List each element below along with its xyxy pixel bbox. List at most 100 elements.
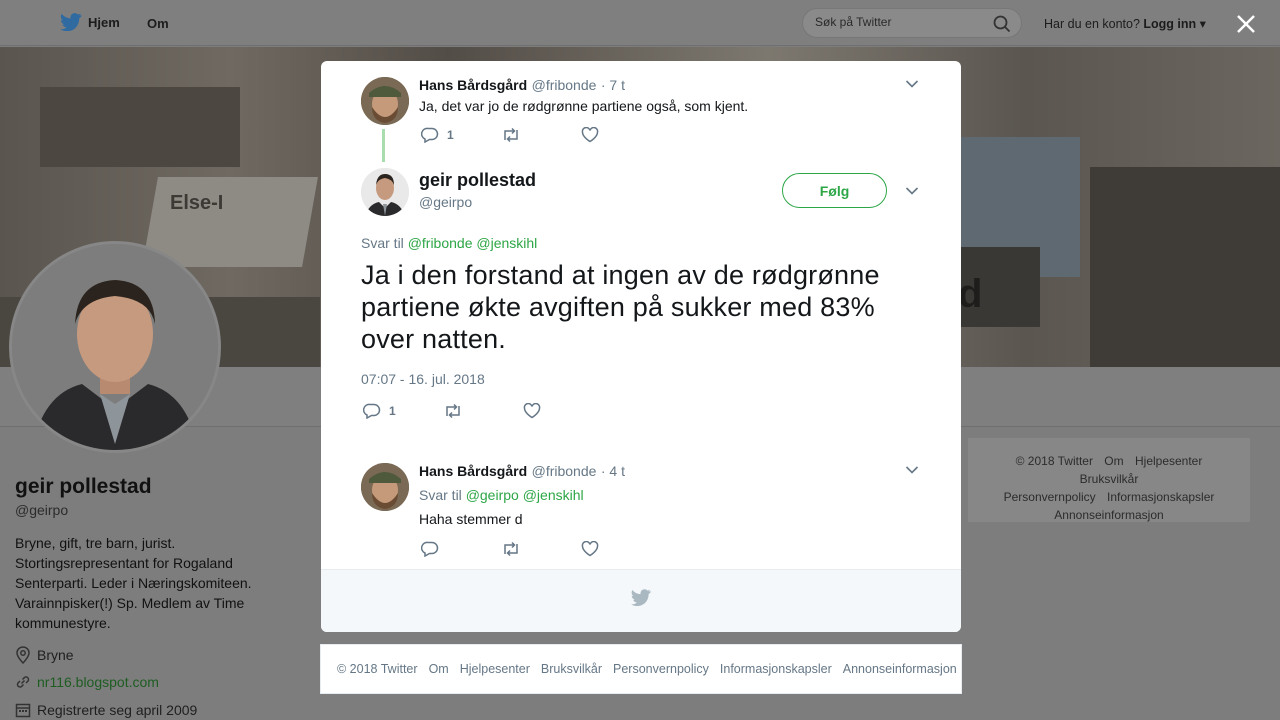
account-area: Har du en konto? Logg inn ▾ <box>1044 16 1206 31</box>
reply-count: 1 <box>447 128 454 142</box>
footer-link-cookies[interactable]: Informasjonskapsler <box>720 662 832 676</box>
footer-link-cookies[interactable]: Informasjonskapsler <box>1107 490 1214 504</box>
nav-home-link[interactable]: Hjem <box>60 13 120 31</box>
retweet-icon <box>504 541 518 557</box>
search-icon[interactable] <box>993 15 1011 33</box>
replying-to-line: Svar til @geirpo @jenskihl <box>419 487 584 503</box>
footer-link-privacy[interactable]: Personvernpolicy <box>1004 490 1096 504</box>
chevron-down-icon[interactable] <box>905 465 919 475</box>
tweet-text: Haha stemmer d <box>419 511 523 527</box>
reply-icon <box>363 403 381 419</box>
mention-link[interactable]: @jenskihl <box>476 235 537 251</box>
twitter-bird-icon <box>60 13 82 31</box>
calendar-icon <box>15 703 31 718</box>
search-box[interactable] <box>802 8 1022 38</box>
tweet-header: Hans Bårdsgård @fribonde · 7 t <box>419 77 625 95</box>
footer-link-about[interactable]: Om <box>1104 454 1123 468</box>
mention-link[interactable]: @fribonde <box>408 235 473 251</box>
nav-home-label: Hjem <box>88 14 120 30</box>
avatar[interactable] <box>361 77 409 125</box>
profile-joined: Registrerte seg april 2009 <box>15 702 197 718</box>
profile-avatar[interactable] <box>9 241 221 453</box>
chevron-down-icon[interactable] <box>905 79 919 89</box>
like-button[interactable] <box>581 127 599 143</box>
footer-link-privacy[interactable]: Personvernpolicy <box>613 662 709 676</box>
tweet-author-handle[interactable]: @geirpo <box>419 194 472 210</box>
tweet-actions: 1 <box>421 127 599 143</box>
profile-location: Bryne <box>15 646 74 664</box>
chevron-down-icon[interactable] <box>905 186 919 196</box>
tweet-timestamp[interactable]: 07:07 - 16. jul. 2018 <box>361 371 485 387</box>
retweet-button[interactable] <box>443 403 523 419</box>
profile-website: nr116.blogspot.com <box>15 674 159 690</box>
location-pin-icon <box>16 646 30 664</box>
footer-link-terms[interactable]: Bruksvilkår <box>541 662 602 676</box>
reply-button[interactable] <box>421 541 501 557</box>
close-icon[interactable] <box>1234 12 1258 36</box>
twitter-bird-icon <box>631 589 651 606</box>
login-link[interactable]: Logg inn <box>1143 17 1196 31</box>
follow-button[interactable]: Følg <box>782 173 887 208</box>
search-input[interactable] <box>815 15 985 29</box>
tweet-author-handle[interactable]: @fribonde <box>532 463 597 479</box>
footer-copyright: © 2018 Twitter <box>337 662 418 676</box>
tweet-author-name[interactable]: Hans Bårdsgård <box>419 77 527 93</box>
thread-connector <box>382 129 385 162</box>
heart-icon <box>523 403 541 419</box>
tweet-text: Ja, det var jo de rødgrønne partiene ogs… <box>419 98 749 114</box>
tweet-header: Hans Bårdsgård @fribonde · 4 t <box>419 463 625 481</box>
profile-location-text: Bryne <box>37 647 74 663</box>
footer-link-help[interactable]: Hjelpesenter <box>1135 454 1202 468</box>
footer-link-about[interactable]: Om <box>429 662 449 676</box>
mention-link[interactable]: @jenskihl <box>523 487 584 503</box>
like-button[interactable] <box>523 403 541 419</box>
link-icon <box>16 676 30 688</box>
reply-button[interactable]: 1 <box>421 127 501 143</box>
heart-icon <box>581 127 599 143</box>
footer-link-ads[interactable]: Annonseinformasjon <box>1054 508 1163 522</box>
reply-icon <box>421 127 439 143</box>
profile-website-link[interactable]: nr116.blogspot.com <box>37 674 159 690</box>
replying-to-prefix: Svar til <box>419 487 462 503</box>
tweet-actions <box>421 541 599 557</box>
profile-bio: Bryne, gift, tre barn, jurist. Stortings… <box>15 535 252 631</box>
account-prompt: Har du en konto? <box>1044 17 1140 31</box>
like-button[interactable] <box>581 541 599 557</box>
replying-to-prefix: Svar til <box>361 235 404 251</box>
retweet-icon <box>446 403 460 419</box>
cover-banner-text-right: d <box>958 272 983 316</box>
tweet-text: Ja i den forstand at ingen av de rødgrøn… <box>361 260 880 354</box>
avatar[interactable] <box>361 463 409 511</box>
tweet-actions: 1 <box>363 403 541 419</box>
tweet-time[interactable]: · 7 t <box>601 77 625 93</box>
tweet-time[interactable]: · 4 t <box>601 463 625 479</box>
retweet-icon <box>504 127 518 143</box>
profile-joined-text: Registrerte seg april 2009 <box>37 702 198 718</box>
reply-button[interactable]: 1 <box>363 403 443 419</box>
nav-about-link[interactable]: Om <box>147 16 169 31</box>
sidebar-footer: © 2018 Twitter Om Hjelpesenter Bruksvilk… <box>968 438 1250 522</box>
mention-link[interactable]: @geirpo <box>466 487 519 503</box>
replying-to-line: Svar til @fribonde @jenskihl <box>361 235 537 251</box>
cover-banner-text: Else-I <box>170 192 224 214</box>
profile-name: geir pollestad <box>15 475 152 498</box>
tweet-author-handle[interactable]: @fribonde <box>532 77 597 93</box>
retweet-button[interactable] <box>501 127 581 143</box>
tweet-permalink-modal: Hans Bårdsgård @fribonde · 7 t Ja, det v… <box>321 61 961 632</box>
footer-link-ads[interactable]: Annonseinformasjon <box>843 662 957 676</box>
footer-copyright: © 2018 Twitter <box>1015 454 1093 468</box>
retweet-button[interactable] <box>501 541 581 557</box>
footer-link-help[interactable]: Hjelpesenter <box>460 662 530 676</box>
reply-icon <box>421 541 439 557</box>
footer-link-terms[interactable]: Bruksvilkår <box>1080 472 1139 486</box>
top-navigation-bar: Hjem Om Har du en konto? Logg inn ▾ <box>0 0 1280 46</box>
profile-handle: @geirpo <box>15 502 69 518</box>
reply-count: 1 <box>389 404 396 418</box>
caret-down-icon[interactable]: ▾ <box>1200 17 1206 31</box>
heart-icon <box>581 541 599 557</box>
tweet-author-name[interactable]: Hans Bårdsgård <box>419 463 527 479</box>
page-footer: © 2018 Twitter Om Hjelpesenter Bruksvilk… <box>320 644 962 694</box>
tweet-author-name[interactable]: geir pollestad <box>419 170 536 191</box>
modal-footer <box>321 569 961 632</box>
avatar[interactable] <box>361 168 409 216</box>
